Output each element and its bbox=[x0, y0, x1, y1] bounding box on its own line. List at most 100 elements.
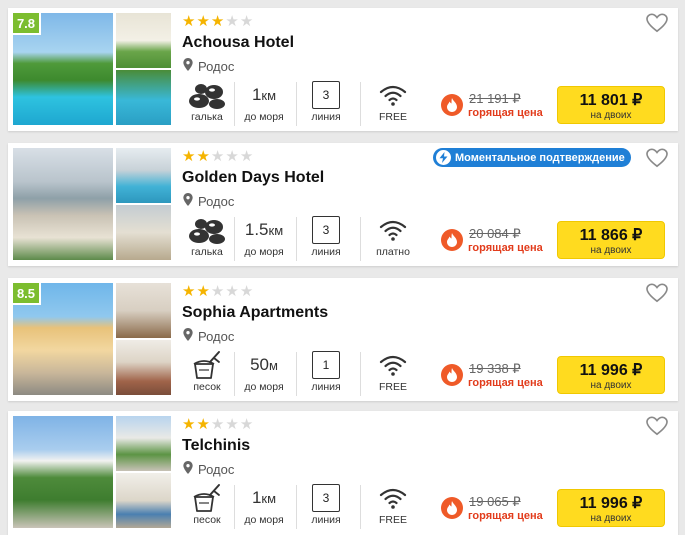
wifi-icon bbox=[363, 80, 423, 110]
beach-type-label: песок bbox=[193, 381, 221, 393]
heart-icon bbox=[646, 13, 668, 37]
beach-line: 3 линия bbox=[296, 215, 356, 261]
divider bbox=[360, 352, 361, 396]
hotel-photo-thumb[interactable] bbox=[116, 473, 171, 528]
pin-icon bbox=[183, 461, 193, 477]
star-icon: ★ bbox=[239, 283, 255, 300]
star-icon: ★ bbox=[196, 148, 211, 165]
beach-type: песок bbox=[177, 350, 237, 396]
beach-line: 3 линия bbox=[296, 80, 356, 126]
beach-line-label: линия bbox=[311, 381, 341, 393]
hotel-name[interactable]: Telchinis bbox=[182, 437, 250, 455]
wifi-icon bbox=[363, 215, 423, 245]
star-icon: ★ bbox=[239, 148, 255, 165]
line-number: 3 bbox=[312, 484, 340, 512]
favorite-button[interactable] bbox=[646, 283, 668, 303]
price-button[interactable]: 11 996 ₽ на двоих bbox=[557, 356, 665, 394]
hotel-photo-thumb[interactable] bbox=[116, 13, 171, 68]
star-icon: ★ bbox=[182, 416, 197, 433]
hotel-name[interactable]: Achousa Hotel bbox=[182, 34, 294, 52]
old-price: 21 191 ₽ bbox=[469, 91, 521, 106]
star-rating: ★★★★★ bbox=[182, 417, 254, 432]
hotel-photo-main[interactable] bbox=[13, 148, 113, 260]
pebble-icon bbox=[177, 215, 237, 245]
divider bbox=[360, 217, 361, 261]
divider bbox=[296, 82, 297, 126]
star-rating: ★★★★★ bbox=[182, 284, 254, 299]
distance-value: 1км bbox=[251, 488, 277, 507]
beach-type-label: галька bbox=[191, 246, 223, 258]
favorite-button[interactable] bbox=[646, 13, 668, 33]
star-icon: ★ bbox=[196, 13, 211, 30]
bolt-icon bbox=[436, 150, 451, 165]
hotel-photo-thumb[interactable] bbox=[116, 283, 171, 338]
star-rating: ★★★★★ bbox=[182, 14, 254, 29]
star-icon: ★ bbox=[182, 283, 197, 300]
wifi-info: FREE bbox=[363, 483, 423, 529]
hotel-photo-thumb[interactable] bbox=[116, 205, 171, 260]
hotel-photo-main[interactable] bbox=[13, 416, 113, 528]
price-for-label: на двоих bbox=[590, 245, 632, 256]
fire-icon bbox=[441, 497, 463, 519]
price-button[interactable]: 11 996 ₽ на двоих bbox=[557, 489, 665, 527]
hotel-location: Родос bbox=[183, 328, 234, 344]
distance-to-sea: 1км до моря bbox=[234, 80, 294, 126]
star-icon: ★ bbox=[225, 416, 240, 433]
price-button[interactable]: 11 866 ₽ на двоих bbox=[557, 221, 665, 259]
divider bbox=[360, 485, 361, 529]
star-rating: ★★★★★ bbox=[182, 149, 254, 164]
hotel-card[interactable]: ★★★★★ Golden Days Hotel Родос Моментальное … bbox=[8, 143, 678, 266]
divider bbox=[234, 352, 235, 396]
star-icon: ★ bbox=[225, 283, 240, 300]
badge-text: Моментальное подтверждение bbox=[455, 151, 625, 164]
line-number: 3 bbox=[312, 216, 340, 244]
price-for-label: на двоих bbox=[590, 513, 632, 524]
rating-badge: 7.8 bbox=[13, 13, 41, 35]
hotel-photo-thumb[interactable] bbox=[116, 416, 171, 471]
hot-price-label: горящая цена bbox=[468, 510, 543, 522]
hotel-photo-thumb[interactable] bbox=[116, 340, 171, 395]
beach-line-label: линия bbox=[311, 514, 341, 526]
wifi-info-label: FREE bbox=[378, 111, 407, 123]
price-for-label: на двоих bbox=[590, 380, 632, 391]
beach-line: 3 линия bbox=[296, 483, 356, 529]
wifi-info-label: FREE bbox=[378, 381, 407, 393]
distance-to-sea-label: до моря bbox=[244, 514, 284, 526]
distance-value: 50м bbox=[250, 355, 278, 374]
hotel-photo-thumb[interactable] bbox=[116, 70, 171, 125]
star-icon: ★ bbox=[182, 148, 197, 165]
divider bbox=[234, 217, 235, 261]
sand-icon bbox=[177, 483, 237, 513]
hotel-location: Родос bbox=[183, 58, 234, 74]
star-icon: ★ bbox=[210, 13, 226, 30]
hotel-name[interactable]: Golden Days Hotel bbox=[182, 169, 324, 187]
wifi-info: FREE bbox=[363, 80, 423, 126]
fire-icon bbox=[441, 364, 463, 386]
price-button[interactable]: 11 801 ₽ на двоих bbox=[557, 86, 665, 124]
beach-line: 1 линия bbox=[296, 350, 356, 396]
hotel-photo-thumb[interactable] bbox=[116, 148, 171, 203]
beach-type: галька bbox=[177, 215, 237, 261]
beach-line-label: линия bbox=[311, 111, 341, 123]
line-number: 3 bbox=[312, 81, 340, 109]
wifi-icon bbox=[363, 350, 423, 380]
wifi-icon bbox=[363, 483, 423, 513]
hotel-photo-main[interactable]: 7.8 bbox=[13, 13, 113, 125]
hotel-card[interactable]: 8.5 ★★★★★ Sophia Apartments Родос песок 50м до… bbox=[8, 278, 678, 401]
divider bbox=[234, 82, 235, 126]
hotel-card[interactable]: 7.8 ★★★★★ Achousa Hotel Родос галька 1км до мо… bbox=[8, 8, 678, 131]
sand-icon bbox=[177, 350, 237, 380]
hotel-photo-main[interactable]: 8.5 bbox=[13, 283, 113, 395]
wifi-info: FREE bbox=[363, 350, 423, 396]
price-value: 11 996 ₽ bbox=[579, 362, 643, 379]
distance-to-sea-label: до моря bbox=[244, 246, 284, 258]
favorite-button[interactable] bbox=[646, 416, 668, 436]
favorite-button[interactable] bbox=[646, 148, 668, 168]
hotel-card[interactable]: ★★★★★ Telchinis Родос песок 1км до моря 3 линия… bbox=[8, 411, 678, 535]
divider bbox=[296, 352, 297, 396]
distance-to-sea-label: до моря bbox=[244, 111, 284, 123]
hotel-name[interactable]: Sophia Apartments bbox=[182, 304, 328, 322]
distance-to-sea: 1.5км до моря bbox=[234, 215, 294, 261]
wifi-info-label: FREE bbox=[378, 514, 407, 526]
divider bbox=[296, 485, 297, 529]
